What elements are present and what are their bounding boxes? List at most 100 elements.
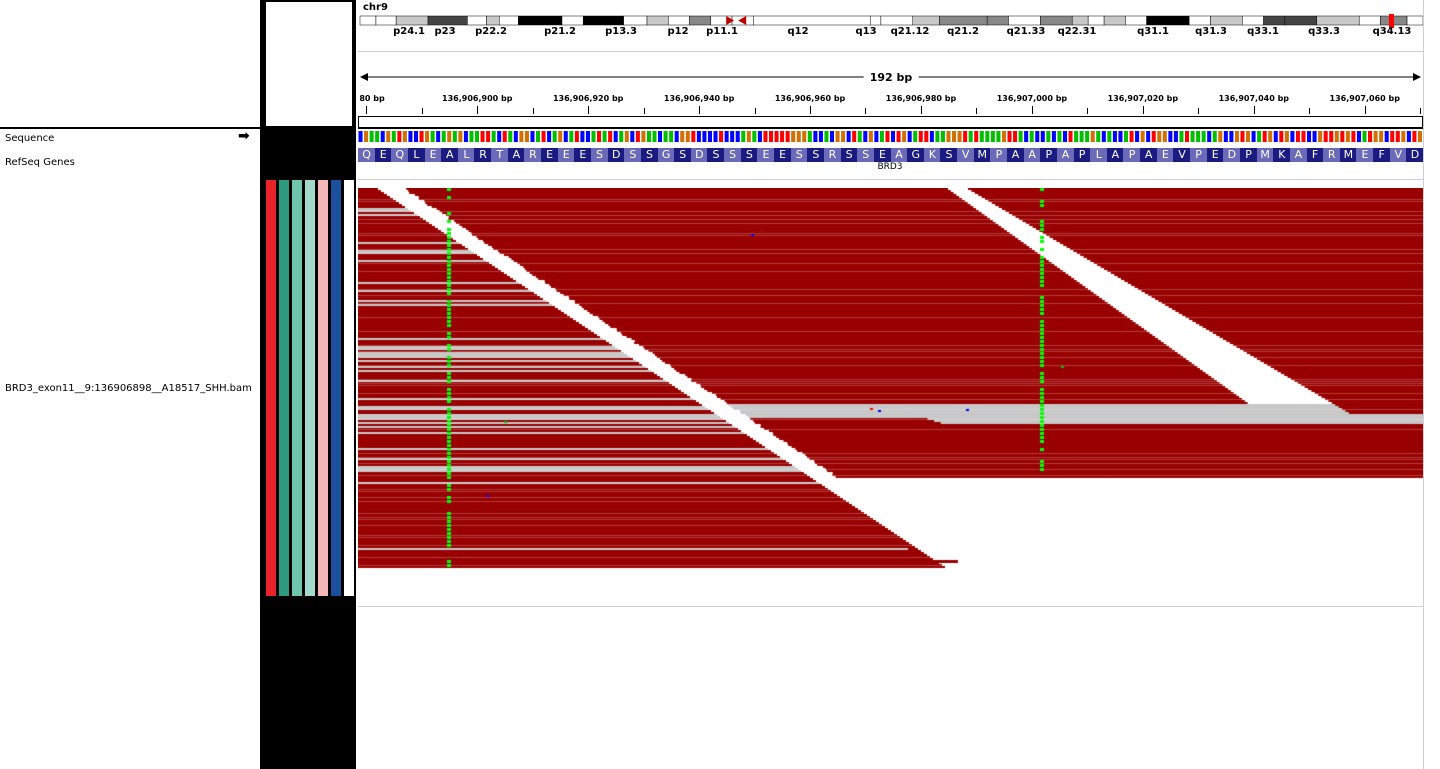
- base: [1218, 131, 1223, 142]
- track-name-sequence[interactable]: Sequence: [5, 133, 54, 145]
- cytoband-label: p23: [434, 26, 456, 37]
- base: [1112, 131, 1117, 142]
- base: [580, 131, 585, 142]
- sequence-track[interactable]: [358, 131, 1423, 142]
- cytoband-label: q21.2: [947, 26, 979, 37]
- base: [1379, 131, 1384, 142]
- base: [1351, 131, 1356, 142]
- base: [591, 131, 596, 142]
- track-name-refseq[interactable]: RefSeq Genes: [5, 157, 75, 169]
- track-name-bam[interactable]: BRD3_exon11__9:136906898__A18517_SHH.bam: [5, 383, 252, 395]
- base: [1184, 131, 1190, 142]
- base: [630, 131, 635, 142]
- base: [1301, 131, 1306, 142]
- alignment-reads[interactable]: [358, 188, 1423, 576]
- header-divider: [0, 127, 260, 129]
- cytoband-label: q13: [855, 26, 877, 37]
- base: [1340, 131, 1345, 142]
- amino-acid: M: [1256, 148, 1274, 162]
- cytoband-label: p24.1: [393, 26, 425, 37]
- base: [480, 131, 485, 142]
- base: [1345, 131, 1350, 142]
- amino-acid: E: [424, 148, 442, 162]
- base: [1246, 131, 1251, 142]
- cytoband-33: [1316, 15, 1360, 26]
- base: [1140, 131, 1145, 142]
- amino-acid: S: [590, 148, 609, 162]
- base: [447, 131, 452, 142]
- amino-acid: S: [640, 148, 659, 162]
- attribute-cell-4[interactable]: [318, 180, 328, 596]
- base: [369, 131, 374, 142]
- base: [1146, 131, 1151, 142]
- base: [691, 131, 696, 142]
- cytoband-4: [467, 15, 487, 26]
- base: [802, 131, 807, 142]
- amino-acid: A: [1023, 148, 1041, 162]
- base: [1018, 131, 1023, 142]
- attribute-cell-3[interactable]: [305, 180, 315, 596]
- base: [1168, 131, 1173, 142]
- base: [891, 131, 896, 142]
- cytoband-6: [499, 15, 519, 26]
- amino-acid: S: [724, 148, 742, 162]
- base: [502, 131, 507, 142]
- base: [724, 131, 729, 142]
- cytoband-7: [518, 15, 563, 26]
- gene-label[interactable]: BRD3: [877, 162, 902, 172]
- ruler-minor-tick: [1309, 108, 1311, 114]
- amino-acid: S: [707, 148, 725, 162]
- base: [1007, 131, 1012, 142]
- ruler-minor-tick: [643, 108, 645, 114]
- data-panel[interactable]: chr9 p24.1 p23 p22.2 p21.2 p13.3 p12 p11.1 q12 q…: [358, 0, 1423, 769]
- base: [885, 131, 890, 142]
- ruler-tick-label: 136,907,040 bp: [1218, 94, 1290, 103]
- amino-acid: S: [840, 148, 858, 162]
- attribute-cell-1[interactable]: [279, 180, 289, 596]
- base: [536, 131, 541, 142]
- cytoband-21: [1008, 15, 1041, 26]
- attribute-cell-6[interactable]: [344, 180, 354, 596]
- attribute-cell-2[interactable]: [292, 180, 302, 596]
- base: [452, 131, 457, 142]
- amino-acid: P: [1190, 148, 1208, 162]
- chromosome-label[interactable]: chr9: [363, 2, 388, 13]
- amino-acid-track[interactable]: QEQLEALRTAREEESDSSGSDSSSEESSRSSEAGKSVMPA…: [358, 0, 1423, 162]
- base: [1068, 131, 1073, 142]
- amino-acid: S: [740, 148, 758, 162]
- attribute-cell-5[interactable]: [331, 180, 341, 596]
- strand-arrow-icon[interactable]: ➡: [238, 128, 250, 144]
- base: [552, 131, 557, 142]
- base: [785, 131, 790, 142]
- amino-acid: S: [790, 148, 808, 162]
- amino-acid: E: [574, 148, 592, 162]
- cytoband-q12: [753, 15, 871, 26]
- base: [547, 131, 552, 142]
- cytoband-label: q31.1: [1137, 26, 1169, 37]
- base: [1307, 131, 1312, 142]
- cytoband-18: [912, 15, 940, 26]
- bam-track-bottom: [358, 606, 1423, 607]
- amino-acid: D: [607, 148, 625, 162]
- base: [1173, 131, 1178, 142]
- base: [1368, 131, 1373, 142]
- amino-acid: A: [1006, 148, 1025, 162]
- cytoband-26: [1125, 15, 1147, 26]
- base: [436, 131, 441, 142]
- base: [902, 131, 907, 142]
- header-separator: [358, 51, 1423, 52]
- base: [1412, 131, 1417, 142]
- amino-acid: E: [541, 148, 559, 162]
- ruler-minor-tick: [421, 108, 423, 114]
- base: [757, 131, 762, 142]
- amino-acid: R: [1323, 148, 1341, 162]
- base: [1107, 131, 1112, 142]
- attribute-cell-0[interactable]: [266, 180, 276, 596]
- cytoband-5: [486, 15, 500, 26]
- base: [1318, 131, 1323, 142]
- cytoband-36: [1406, 15, 1423, 26]
- amino-acid: E: [1156, 148, 1174, 162]
- amino-acid: V: [1389, 148, 1407, 162]
- base: [1234, 131, 1239, 142]
- cytoband-32: [1284, 15, 1317, 26]
